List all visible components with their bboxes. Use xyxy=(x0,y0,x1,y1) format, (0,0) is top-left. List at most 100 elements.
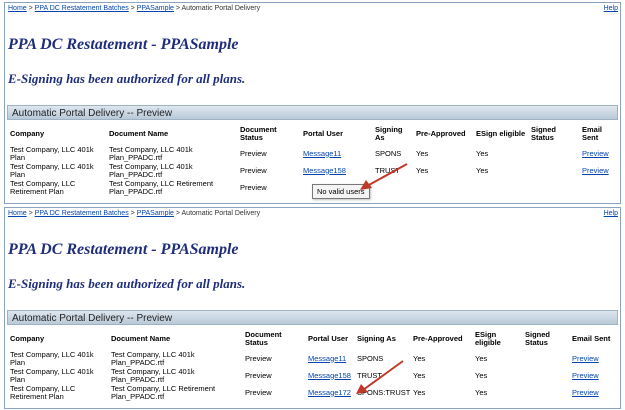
screenshot-top: Home > PPA DC Restatement Batches > PPAS… xyxy=(4,2,621,204)
table-header-row: Company Document Name Document Status Po… xyxy=(8,328,618,350)
col-signing-as: Signing As xyxy=(375,125,403,142)
cell-company: Test Company, LLC 401k Plan xyxy=(10,367,94,384)
cell-signed-status xyxy=(529,162,580,179)
col-company: Company xyxy=(10,334,45,343)
cell-email-sent xyxy=(580,179,618,196)
col-esign-eligible: ESign eligible xyxy=(475,330,501,347)
email-preview-link[interactable]: Preview xyxy=(572,354,599,363)
portal-user-link[interactable]: Message11 xyxy=(308,354,346,363)
email-preview-link[interactable]: Preview xyxy=(572,388,599,397)
cell-document-status: Preview xyxy=(240,148,267,158)
breadcrumb-home-link[interactable]: Home xyxy=(8,5,27,12)
cell-email-sent: Preview xyxy=(570,350,618,367)
cell-document-status: Preview xyxy=(240,165,267,175)
breadcrumb-home-link[interactable]: Home xyxy=(8,210,27,217)
cell-document-status: Preview xyxy=(245,353,272,363)
cell-signing-as: SPONS:TRUST xyxy=(357,387,411,397)
cell-portal-user: Message158 xyxy=(301,162,373,179)
cell-signing-as: TRUST xyxy=(357,370,382,380)
cell-portal-user: Message172 xyxy=(306,384,355,401)
cell-esign-eligible: Yes xyxy=(476,165,489,175)
cell-portal-user: Message158 xyxy=(306,367,355,384)
cell-pre-approved: Yes xyxy=(413,353,426,363)
cell-document-status: Preview xyxy=(245,387,272,397)
help-link[interactable]: Help xyxy=(604,210,618,217)
cell-esign-eligible xyxy=(474,179,529,196)
col-email-sent: Email Sent xyxy=(582,125,603,142)
breadcrumb-separator: > xyxy=(173,5,182,12)
cell-pre-approved xyxy=(414,179,474,196)
cell-portal-user: Message11 xyxy=(306,350,355,367)
cell-signed-status xyxy=(529,145,580,162)
breadcrumb-separator: > xyxy=(26,210,35,217)
cell-document-name: Test Company, LLC 401k Plan_PPADC.rtf xyxy=(109,162,193,179)
col-company: Company xyxy=(10,129,45,138)
cell-signing-as xyxy=(373,179,414,196)
table-row: Test Company, LLC 401k Plan Test Company… xyxy=(8,350,618,367)
table-row: Test Company, LLC 401k Plan Test Company… xyxy=(8,162,618,179)
breadcrumb: Home > PPA DC Restatement Batches > PPAS… xyxy=(8,5,260,12)
cell-document-name: Test Company, LLC Retirement Plan_PPADC.… xyxy=(111,384,216,401)
col-document-name: Document Name xyxy=(111,334,171,343)
table-row: Test Company, LLC Retirement Plan Test C… xyxy=(8,384,618,401)
esign-status-message: E-Signing has been authorized for all pl… xyxy=(8,276,246,291)
breadcrumb-batches-link[interactable]: PPA DC Restatement Batches xyxy=(35,5,129,12)
table-row: Test Company, LLC 401k Plan Test Company… xyxy=(8,145,618,162)
breadcrumb-current: Automatic Portal Delivery xyxy=(181,5,261,12)
cell-company: Test Company, LLC 401k Plan xyxy=(10,350,94,367)
delivery-table: Company Document Name Document Status Po… xyxy=(8,328,618,401)
cell-document-name: Test Company, LLC 401k Plan_PPADC.rtf xyxy=(109,145,193,162)
cell-email-sent: Preview xyxy=(570,367,618,384)
breadcrumb-separator: > xyxy=(26,5,35,12)
cell-company: Test Company, LLC 401k Plan xyxy=(10,145,94,162)
cell-company: Test Company, LLC Retirement Plan xyxy=(10,179,76,196)
col-signing-as: Signing As xyxy=(357,334,396,343)
cell-document-name: Test Company, LLC Retirement Plan_PPADC.… xyxy=(109,179,214,196)
breadcrumb-separator: > xyxy=(173,210,182,217)
cell-document-status: Preview xyxy=(245,370,272,380)
portal-user-link[interactable]: Message172 xyxy=(308,388,351,397)
cell-signed-status xyxy=(523,384,570,401)
col-esign-eligible: ESign eligible xyxy=(476,129,526,138)
table-row: Test Company, LLC 401k Plan Test Company… xyxy=(8,367,618,384)
cell-signed-status xyxy=(523,350,570,367)
help-link[interactable]: Help xyxy=(604,5,618,12)
portal-user-link[interactable]: Message158 xyxy=(308,371,351,380)
cell-esign-eligible: Yes xyxy=(475,353,488,363)
email-preview-link[interactable]: Preview xyxy=(582,149,609,158)
cell-signing-as: SPONS xyxy=(357,353,384,363)
cell-company: Test Company, LLC Retirement Plan xyxy=(10,384,76,401)
cell-pre-approved: Yes xyxy=(416,148,429,158)
col-email-sent: Email Sent xyxy=(572,334,611,343)
cell-esign-eligible: Yes xyxy=(476,148,489,158)
page-title: PPA DC Restatement - PPASample xyxy=(8,241,239,258)
cell-signing-as: TRUST xyxy=(375,165,400,175)
cell-document-name: Test Company, LLC 401k Plan_PPADC.rtf xyxy=(111,367,195,384)
screenshot-bottom: Home > PPA DC Restatement Batches > PPAS… xyxy=(4,207,621,409)
cell-email-sent: Preview xyxy=(580,162,618,179)
cell-company: Test Company, LLC 401k Plan xyxy=(10,162,94,179)
col-portal-user: Portal User xyxy=(308,334,349,343)
breadcrumb-current: Automatic Portal Delivery xyxy=(181,210,261,217)
col-portal-user: Portal User xyxy=(303,129,344,138)
cell-document-status: Preview xyxy=(240,182,267,192)
col-pre-approved: Pre-Approved xyxy=(416,129,466,138)
cell-signed-status xyxy=(523,367,570,384)
breadcrumb-sample-link[interactable]: PPASample xyxy=(137,210,174,217)
cell-email-sent: Preview xyxy=(570,384,618,401)
portal-user-link[interactable]: Message11 xyxy=(303,149,341,158)
cell-signing-as: SPONS xyxy=(375,148,402,158)
col-document-name: Document Name xyxy=(109,129,169,138)
breadcrumb-batches-link[interactable]: PPA DC Restatement Batches xyxy=(35,210,129,217)
email-preview-link[interactable]: Preview xyxy=(572,371,599,380)
breadcrumb-sample-link[interactable]: PPASample xyxy=(137,5,174,12)
email-preview-link[interactable]: Preview xyxy=(582,166,609,175)
cell-email-sent: Preview xyxy=(580,145,618,162)
section-header: Automatic Portal Delivery -- Preview xyxy=(7,310,618,325)
section-header: Automatic Portal Delivery -- Preview xyxy=(7,105,618,120)
breadcrumb: Home > PPA DC Restatement Batches > PPAS… xyxy=(8,210,260,217)
col-signed-status: Signed Status xyxy=(531,125,557,142)
portal-user-link[interactable]: Message158 xyxy=(303,166,346,175)
cell-signed-status xyxy=(529,179,580,196)
cell-esign-eligible: Yes xyxy=(475,370,488,380)
